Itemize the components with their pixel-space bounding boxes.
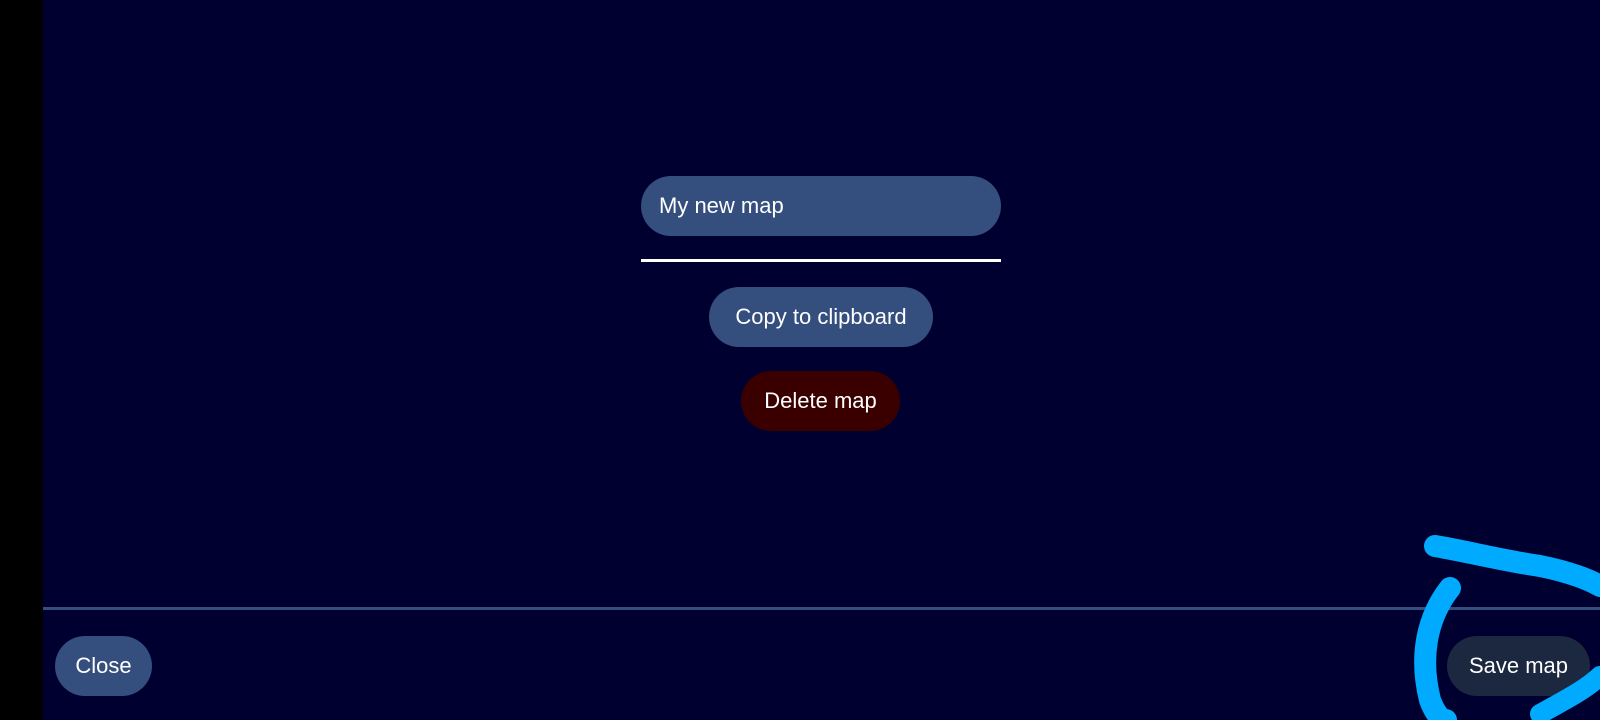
save-map-button[interactable]: Save map (1447, 636, 1590, 696)
delete-map-button[interactable]: Delete map (741, 371, 900, 431)
map-settings-panel: Copy to clipboard Delete map Close Save … (43, 0, 1600, 720)
footer-divider (43, 607, 1600, 610)
map-name-underline (641, 259, 1001, 262)
map-name-input[interactable] (641, 176, 1001, 236)
close-button[interactable]: Close (55, 636, 152, 696)
left-edge-bar (0, 0, 43, 720)
copy-to-clipboard-button[interactable]: Copy to clipboard (709, 287, 933, 347)
screen: Copy to clipboard Delete map Close Save … (0, 0, 1600, 720)
